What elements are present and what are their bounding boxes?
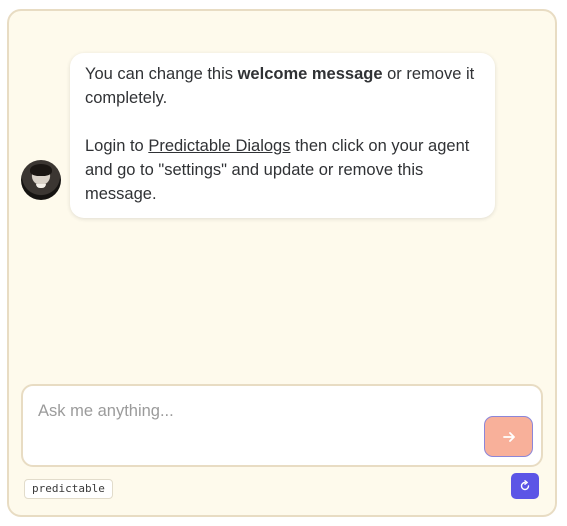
message-bold-text: welcome message <box>237 65 383 83</box>
reset-chat-button[interactable] <box>511 473 539 499</box>
message-text: You can change this <box>85 65 238 83</box>
welcome-paragraph-2: Login to Predictable Dialogs then click … <box>85 134 480 206</box>
message-input[interactable] <box>38 402 468 421</box>
welcome-message-bubble: You can change this welcome message or r… <box>70 53 495 218</box>
send-button[interactable] <box>484 416 533 457</box>
bot-avatar <box>21 160 61 200</box>
brand-badge[interactable]: predictable <box>24 479 113 499</box>
refresh-icon <box>520 480 530 491</box>
predictable-dialogs-link[interactable]: Predictable Dialogs <box>148 137 290 155</box>
chat-widget: You can change this welcome message or r… <box>7 9 557 517</box>
welcome-paragraph-1: You can change this welcome message or r… <box>85 62 480 110</box>
arrow-right-icon <box>502 431 515 442</box>
message-text: Login to <box>85 137 149 155</box>
bot-message-row: You can change this welcome message or r… <box>21 53 495 218</box>
message-composer <box>21 384 543 467</box>
